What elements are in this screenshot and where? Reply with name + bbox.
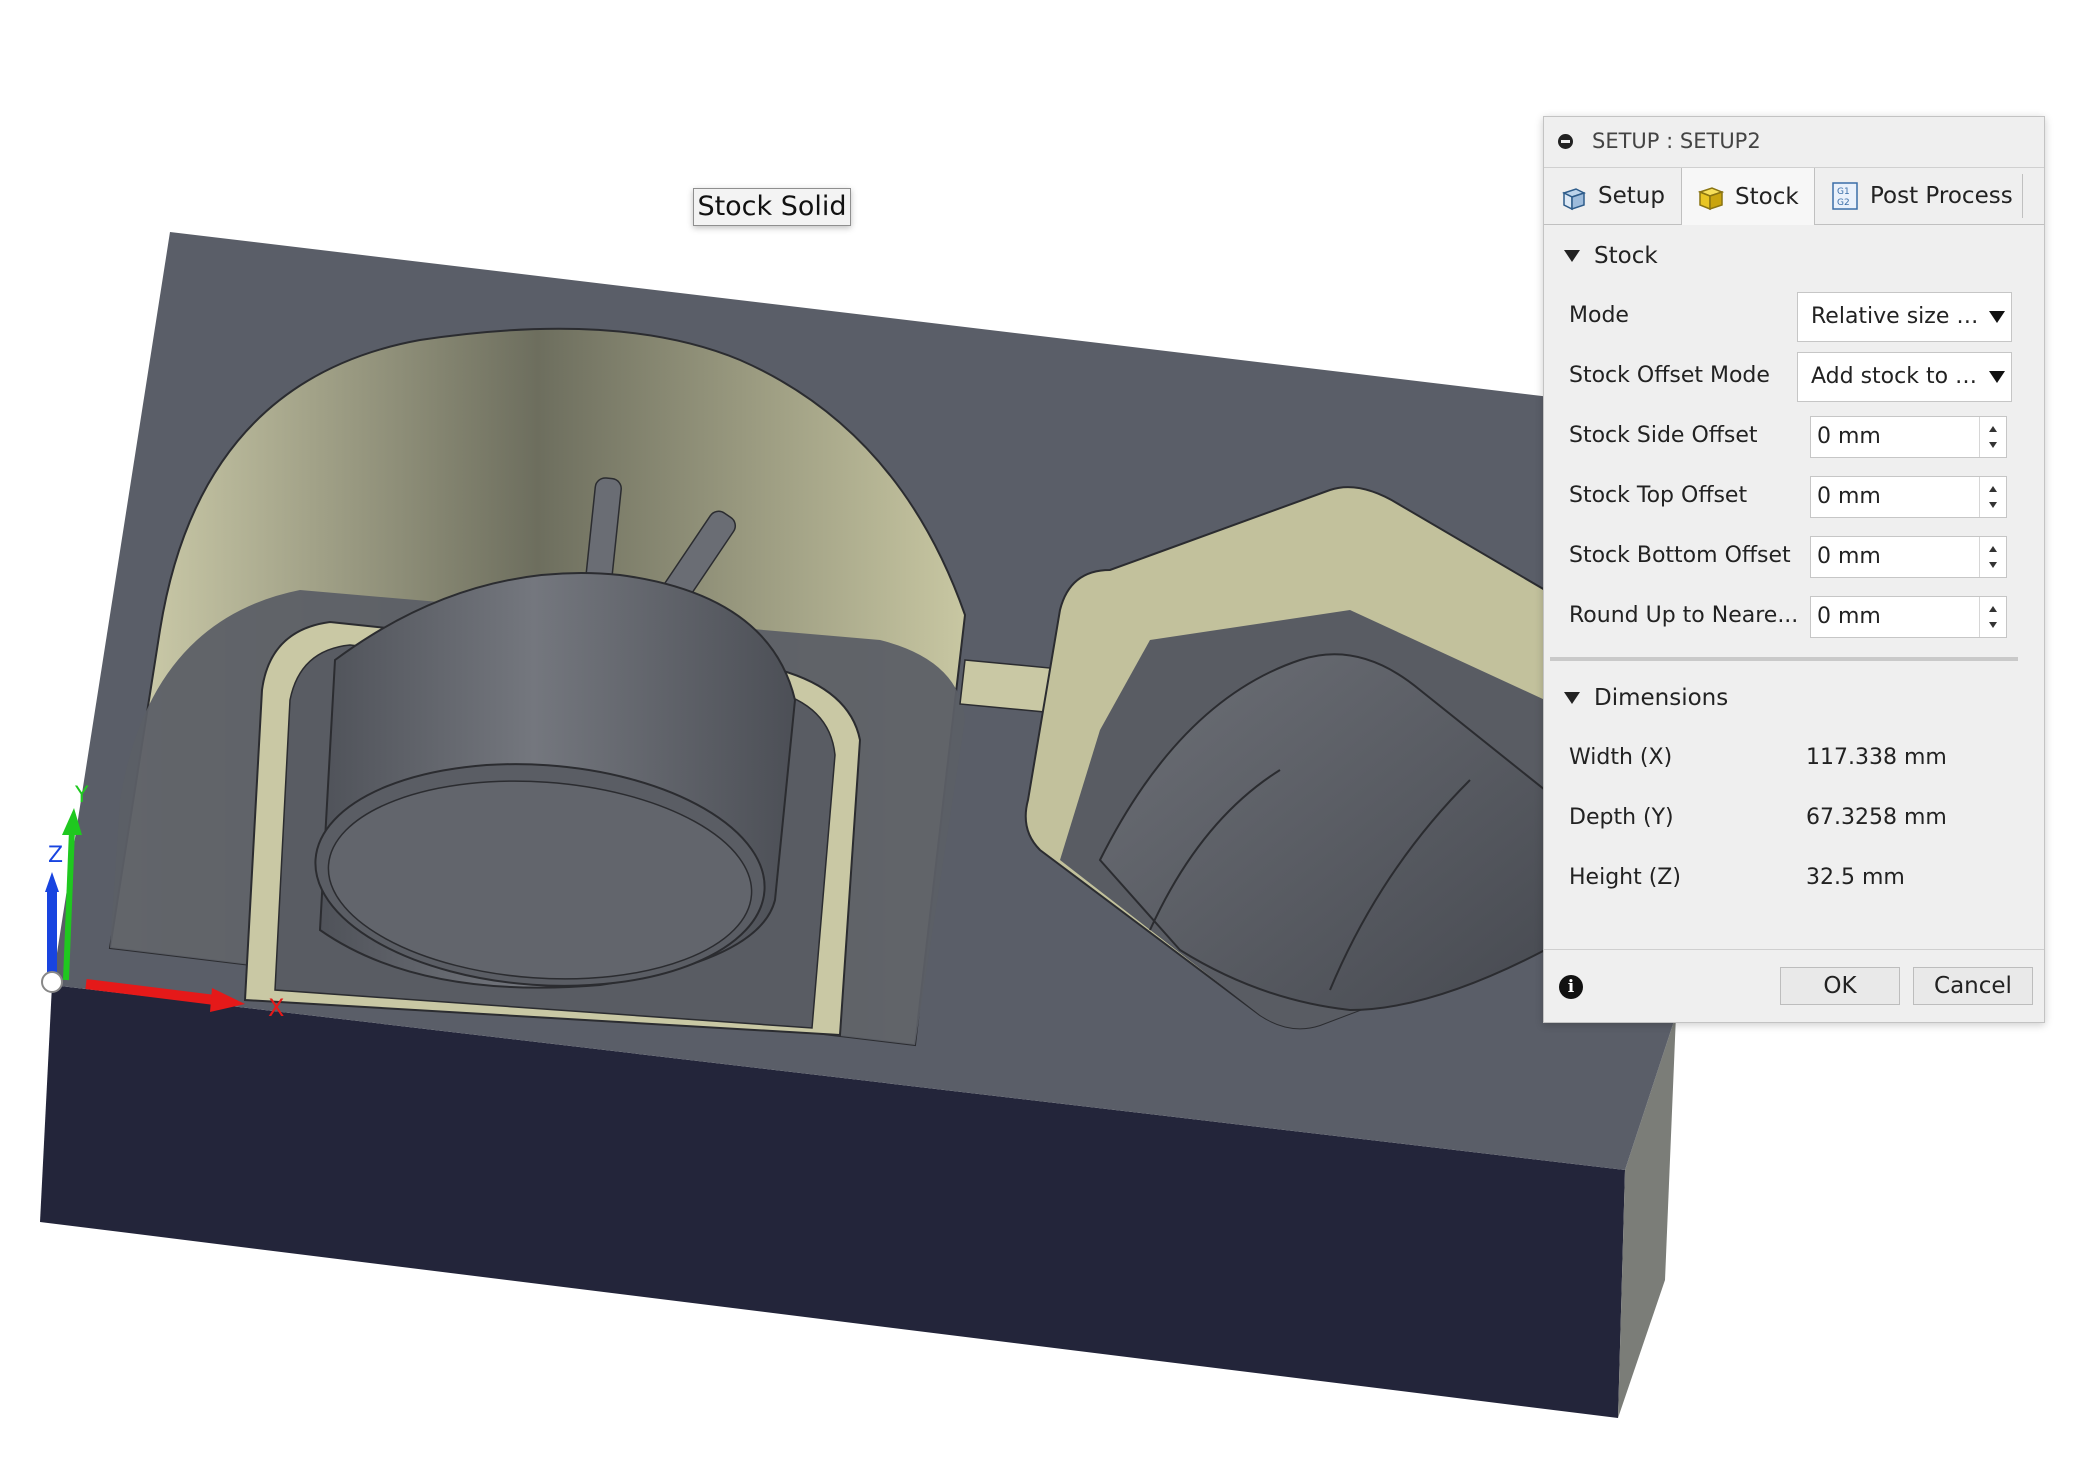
collapse-icon[interactable] [1558, 134, 1573, 149]
svg-text:G1: G1 [1837, 187, 1850, 197]
y-axis-label: Y [74, 783, 89, 808]
section-divider [1550, 657, 2018, 661]
g1g2-code-icon: G1 G2 [1832, 182, 1858, 210]
stock-side-offset-input[interactable]: 0 mm [1810, 416, 2007, 458]
stock-top-offset-label: Stock Top Offset [1569, 483, 1748, 508]
stock-box-icon [1697, 186, 1725, 210]
height-value: 32.5 mm [1806, 865, 1905, 890]
stock-bottom-offset-label: Stock Bottom Offset [1569, 543, 1791, 568]
spinner-buttons[interactable] [1979, 597, 2006, 637]
setup-dialog: SETUP : SETUP2 Setup Stock G1 G2 Post Pr… [1543, 116, 2045, 1023]
stock-bottom-offset-input[interactable]: 0 mm [1810, 536, 2007, 578]
ok-button[interactable]: OK [1780, 967, 1900, 1005]
stock-top-offset-input[interactable]: 0 mm [1810, 476, 2007, 518]
mode-value: Relative size b... [1811, 304, 1987, 329]
svg-text:G2: G2 [1837, 198, 1850, 208]
tab-setup-label: Setup [1598, 183, 1665, 209]
spinner-buttons[interactable] [1979, 417, 2006, 457]
stock-top-offset-value: 0 mm [1817, 484, 1881, 509]
stock-bottom-offset-value: 0 mm [1817, 544, 1881, 569]
tab-post-process[interactable]: G1 G2 Post Process [1830, 168, 2013, 224]
x-axis-label: X [268, 994, 284, 1022]
dialog-footer: i OK Cancel [1544, 949, 2044, 1022]
depth-value: 67.3258 mm [1806, 805, 1947, 830]
mode-label: Mode [1569, 303, 1629, 328]
stock-offset-mode-label: Stock Offset Mode [1569, 363, 1770, 388]
round-up-label: Round Up to Neare... [1569, 603, 1799, 628]
tab-post-process-label: Post Process [1870, 183, 2013, 209]
spinner-buttons[interactable] [1979, 477, 2006, 517]
stock-offset-mode-value: Add stock to s... [1811, 364, 1987, 389]
dimensions-section-header[interactable]: Dimensions [1564, 685, 1728, 711]
depth-label: Depth (Y) [1569, 805, 1674, 830]
tab-stock[interactable]: Stock [1681, 168, 1815, 225]
spinner-buttons[interactable] [1979, 537, 2006, 577]
collapse-triangle-icon [1564, 692, 1580, 704]
stock-section-header[interactable]: Stock [1564, 243, 1658, 269]
cancel-button[interactable]: Cancel [1913, 967, 2033, 1005]
mode-select[interactable]: Relative size b... [1797, 292, 2012, 342]
round-up-value: 0 mm [1817, 604, 1881, 629]
dropdown-arrow-icon [1989, 311, 2005, 323]
dialog-header: SETUP : SETUP2 [1544, 117, 2044, 167]
stock-side-offset-label: Stock Side Offset [1569, 423, 1758, 448]
stock-offset-mode-select[interactable]: Add stock to s... [1797, 352, 2012, 402]
tab-setup[interactable]: Setup [1558, 168, 1665, 224]
tab-stock-label: Stock [1735, 183, 1799, 210]
width-value: 117.338 mm [1806, 745, 1947, 770]
dialog-title: SETUP : SETUP2 [1592, 129, 1761, 153]
width-label: Width (X) [1569, 745, 1673, 770]
collapse-triangle-icon [1564, 250, 1580, 262]
stock-side-offset-value: 0 mm [1817, 424, 1881, 449]
round-up-input[interactable]: 0 mm [1810, 596, 2007, 638]
tab-bar: Setup Stock G1 G2 Post Process [1544, 167, 2044, 225]
dimensions-section-title: Dimensions [1594, 685, 1729, 711]
height-label: Height (Z) [1569, 865, 1681, 890]
z-axis-label: Z [48, 843, 63, 868]
stock-solid-tooltip: Stock Solid [693, 188, 851, 226]
setup-cube-icon [1562, 188, 1586, 211]
info-icon[interactable]: i [1559, 975, 1583, 999]
stock-section-title: Stock [1594, 243, 1658, 269]
dropdown-arrow-icon [1989, 371, 2005, 383]
